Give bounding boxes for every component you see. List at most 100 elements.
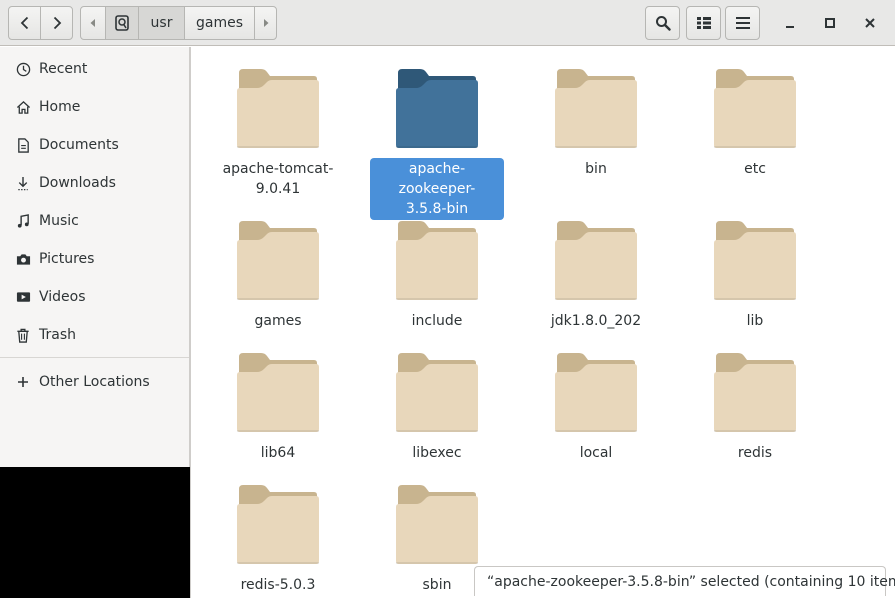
path-segment-games[interactable]: games: [184, 6, 255, 40]
sidebar-item-label: Home: [39, 99, 81, 115]
file-name-text: sbin: [422, 577, 452, 593]
file-name: apache-tomcat- 9.0.41: [211, 158, 345, 200]
file-name: etc: [688, 158, 822, 180]
close-button[interactable]: [853, 6, 887, 40]
sidebar-item-label: Pictures: [39, 251, 95, 267]
forward-button[interactable]: [40, 6, 73, 40]
file-manager-window: usr games Recent Home Documents Download…: [0, 0, 895, 598]
file-item[interactable]: apache-tomcat- 9.0.41: [211, 67, 345, 197]
path-scroll-right-button[interactable]: [254, 6, 277, 40]
folder-icon: [395, 67, 479, 149]
sidebar-item-label: Trash: [39, 327, 76, 343]
file-name-text: jdk1.8.0_202: [550, 313, 642, 329]
hamburger-icon: [735, 17, 750, 29]
folder-icon: [236, 483, 320, 565]
path-root-button[interactable]: [105, 6, 139, 40]
camera-icon: [15, 251, 31, 267]
folder-icon: [713, 219, 797, 301]
file-name-text: libexec: [412, 445, 462, 461]
path-bar: usr games: [80, 6, 277, 40]
maximize-button[interactable]: [813, 6, 847, 40]
path-scroll-left-button[interactable]: [80, 6, 106, 40]
music-icon: [15, 213, 31, 229]
status-overlay: “apache-zookeeper-3.5.8-bin” selected (c…: [474, 566, 895, 596]
folder-icon: [236, 351, 320, 433]
sidebar-item-trash[interactable]: Trash: [0, 316, 189, 354]
sidebar-item-music[interactable]: Music: [0, 202, 189, 240]
file-item[interactable]: etc: [688, 67, 822, 197]
file-name-text: redis-5.0.3: [240, 577, 316, 593]
path-segment-label: games: [195, 15, 243, 31]
chevron-right-icon: [53, 16, 61, 30]
folder-icon: [395, 219, 479, 301]
file-item[interactable]: libexec: [370, 351, 504, 481]
sidebar-item-label: Downloads: [39, 175, 116, 191]
file-name-text: redis: [737, 445, 773, 461]
file-name: libexec: [370, 442, 504, 464]
file-name-text-line2: 9.0.41: [255, 181, 301, 197]
folder-icon: [713, 67, 797, 149]
sidebar: Recent Home Documents Downloads Music Pi…: [0, 47, 190, 467]
close-icon: [865, 18, 875, 28]
file-item[interactable]: redis-5.0.3: [211, 483, 345, 598]
search-button[interactable]: [645, 6, 680, 40]
folder-icon: [236, 67, 320, 149]
sidebar-item-videos[interactable]: Videos: [0, 278, 189, 316]
sidebar-item-label: Documents: [39, 137, 119, 153]
header-bar: usr games: [0, 0, 895, 46]
file-name: include: [370, 310, 504, 332]
trash-icon: [15, 327, 31, 343]
file-name-text: include: [411, 313, 463, 329]
sidebar-item-pictures[interactable]: Pictures: [0, 240, 189, 278]
file-name-text: lib: [746, 313, 764, 329]
file-item[interactable]: redis: [688, 351, 822, 481]
sidebar-item-downloads[interactable]: Downloads: [0, 164, 189, 202]
plus-icon: [15, 374, 31, 390]
minimize-icon: [786, 26, 794, 28]
file-item[interactable]: jdk1.8.0_202: [529, 219, 663, 349]
list-view-icon: [696, 17, 711, 29]
file-name-text: bin: [585, 161, 607, 177]
home-icon: [15, 99, 31, 115]
file-name: bin: [529, 158, 663, 180]
download-icon: [15, 175, 31, 191]
file-item[interactable]: lib: [688, 219, 822, 349]
sidebar-separator: [0, 357, 189, 358]
sidebar-item-label: Videos: [39, 289, 86, 305]
folder-icon: [395, 351, 479, 433]
file-item[interactable]: games: [211, 219, 345, 349]
file-item[interactable]: lib64: [211, 351, 345, 481]
file-item[interactable]: include: [370, 219, 504, 349]
folder-icon: [554, 219, 638, 301]
file-name-text: etc: [744, 161, 766, 177]
sidebar-item-recent[interactable]: Recent: [0, 50, 189, 88]
file-item[interactable]: bin: [529, 67, 663, 197]
sidebar-item-home[interactable]: Home: [0, 88, 189, 126]
desktop-background: [0, 467, 190, 598]
document-icon: [15, 137, 31, 153]
file-item[interactable]: local: [529, 351, 663, 481]
folder-icon: [554, 67, 638, 149]
file-name: redis-5.0.3: [211, 574, 345, 596]
sidebar-item-documents[interactable]: Documents: [0, 126, 189, 164]
sidebar-item-label: Music: [39, 213, 79, 229]
file-item[interactable]: apache-zookeeper- 3.5.8-bin: [370, 67, 504, 220]
folder-icon: [395, 483, 479, 565]
path-segment-usr[interactable]: usr: [138, 6, 185, 40]
file-name: lib: [688, 310, 822, 332]
back-button[interactable]: [8, 6, 41, 40]
view-toggle-button[interactable]: [686, 6, 721, 40]
search-icon: [655, 16, 671, 31]
sidebar-item-label: Other Locations: [39, 374, 150, 390]
status-text: “apache-zookeeper-3.5.8-bin” selected (c…: [487, 573, 895, 590]
drive-icon: [115, 15, 129, 31]
file-name: apache-zookeeper- 3.5.8-bin: [370, 158, 504, 220]
folder-icon: [236, 219, 320, 301]
file-name-text: lib64: [260, 445, 296, 461]
sidebar-item-other-locations[interactable]: Other Locations: [0, 363, 189, 401]
folder-icon: [713, 351, 797, 433]
minimize-button[interactable]: [773, 6, 807, 40]
file-name-text: apache-zookeeper- 3.5.8-bin: [370, 158, 504, 220]
file-name-text: apache-tomcat- 9.0.41: [222, 161, 334, 197]
menu-button[interactable]: [725, 6, 760, 40]
